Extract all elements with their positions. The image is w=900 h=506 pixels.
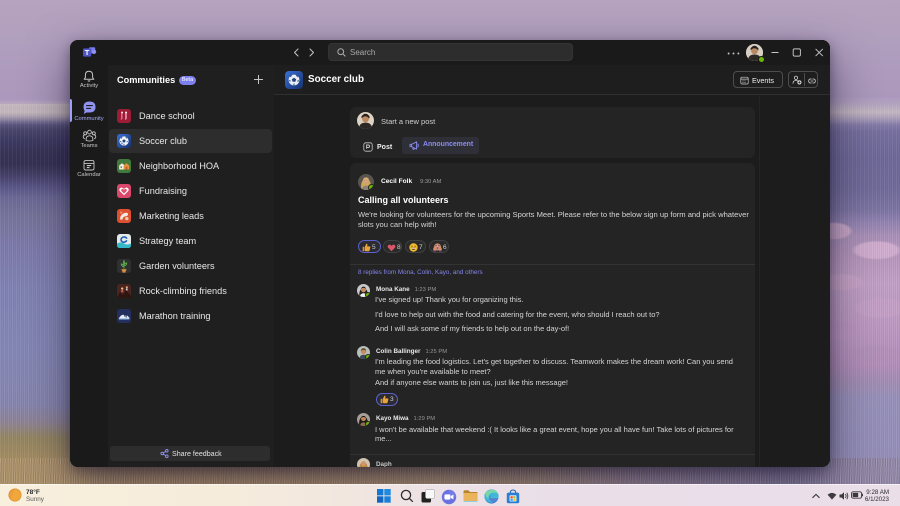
svg-text:T: T: [85, 48, 90, 57]
